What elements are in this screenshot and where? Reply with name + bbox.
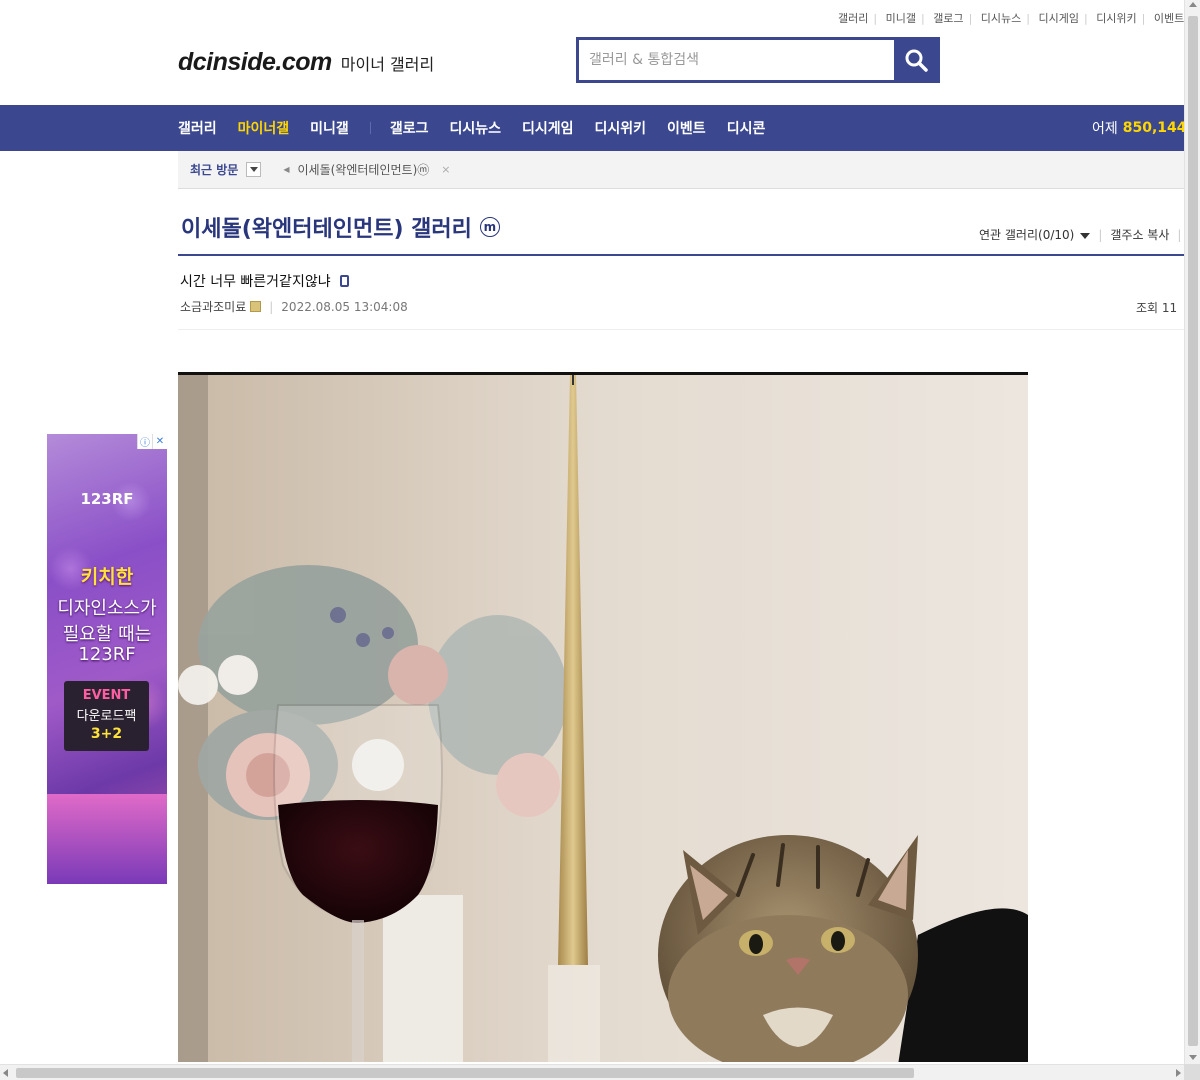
ad-line-3: 123RF (78, 644, 136, 665)
scrollbar-corner (1184, 1064, 1200, 1080)
recent-visit-close-icon[interactable]: × (441, 163, 450, 176)
post-views: 조회 11 (1136, 301, 1178, 315)
gallery-tools: 연관 갤러리(0/10) | 갤주소 복사 | (979, 226, 1182, 243)
visitor-count: 어제 850,144 (1092, 105, 1187, 151)
horizontal-scroll-thumb[interactable] (16, 1068, 914, 1078)
ad-choices[interactable]: ⓘ ✕ (137, 434, 167, 449)
nav-item-news[interactable]: 디시뉴스 (449, 118, 501, 138)
visitor-label: 어제 (1092, 121, 1118, 137)
nav-item-mini-gallery[interactable]: 미니갤 (310, 118, 349, 138)
nav-item-minor-gallery[interactable]: 마이너갤 (238, 118, 290, 138)
side-advertisement[interactable]: ⓘ ✕ 123RF 키치한 디자인소스가 필요할 때는 123RF EVENT … (47, 434, 167, 884)
ad-headline: 키치한 (80, 566, 134, 588)
global-nav-menu: 갤러리 마이너갤 미니갤 갤로그 디시뉴스 디시게임 디시위키 이벤트 디시콘 (178, 105, 786, 151)
util-link-event[interactable]: 이벤트 (1154, 12, 1184, 25)
ad-event-offer: 3+2 (90, 726, 123, 742)
related-gallery-label: 연관 갤러리(0/10) (979, 228, 1075, 242)
logo-wordmark[interactable]: dcinside.com (178, 48, 332, 77)
vertical-scrollbar[interactable] (1184, 0, 1200, 1080)
ad-info-icon[interactable]: ⓘ (137, 434, 152, 449)
search-button[interactable] (894, 40, 937, 80)
ad-pool-illustration (47, 794, 167, 884)
caret-down-icon (249, 166, 258, 172)
copy-address-button[interactable]: 갤주소 복사 (1110, 226, 1169, 243)
site-logo[interactable]: dcinside.com 마이너 갤러리 (178, 48, 434, 77)
recent-visits-bar: 최근 방문 ◀ 이세돌(왁엔터테인먼트)ⓜ × (178, 151, 1184, 189)
ad-event-line: 다운로드팩 (76, 709, 137, 724)
related-gallery-button[interactable]: 연관 갤러리(0/10) (979, 226, 1091, 243)
mobile-icon (339, 275, 349, 287)
util-link-gallog[interactable]: 갤로그 (933, 12, 963, 25)
search-box (576, 37, 940, 83)
recent-visit-item[interactable]: 이세돌(왁엔터테인먼트)ⓜ (298, 161, 430, 178)
recent-prev-icon[interactable]: ◀ (283, 165, 289, 174)
nav-item-gallery[interactable]: 갤러리 (178, 118, 217, 138)
nav-item-gallog[interactable]: 갤로그 (390, 118, 429, 138)
horizontal-scrollbar[interactable] (0, 1064, 1184, 1080)
recent-visits-label: 최근 방문 (190, 163, 239, 177)
post-header-divider (178, 329, 1184, 330)
logo-subtitle[interactable]: 마이너 갤러리 (341, 51, 434, 75)
scroll-down-icon[interactable] (1189, 1055, 1197, 1060)
nav-divider (369, 122, 371, 134)
util-link-wiki[interactable]: 디시위키 (1096, 12, 1136, 25)
post-title: 시간 너무 빠른거같지않냐 (180, 271, 349, 291)
ad-close-icon[interactable]: ✕ (152, 434, 167, 449)
ad-line-1: 디자인소스가 (57, 598, 157, 619)
post-title-text: 시간 너무 빠른거같지않냐 (180, 274, 331, 290)
util-link-game[interactable]: 디시게임 (1038, 12, 1078, 25)
scroll-left-icon[interactable] (3, 1069, 8, 1077)
triangle-down-icon (1080, 233, 1091, 239)
post-date: 2022.08.05 13:04:08 (281, 299, 408, 314)
post-author[interactable]: 소금과조미료 (180, 298, 246, 315)
recent-visits-toggle[interactable] (246, 162, 262, 177)
ad-event-title: EVENT (82, 688, 131, 703)
gallery-title[interactable]: 이세돌(왁엔터테인먼트) 갤러리 m (181, 211, 500, 243)
search-input[interactable] (579, 40, 894, 80)
title-divider (178, 254, 1184, 256)
ad-brand-text: 123RF (80, 490, 134, 508)
nav-item-event[interactable]: 이벤트 (667, 118, 706, 138)
search-icon (905, 49, 928, 72)
post-image[interactable] (178, 372, 1028, 1062)
ad-event-box: EVENT 다운로드팩 3+2 (64, 681, 149, 751)
scroll-right-icon[interactable] (1176, 1069, 1181, 1077)
visitor-number: 850,144 (1122, 120, 1187, 136)
cat-with-wine-photo (178, 375, 1028, 1062)
nav-item-dccon[interactable]: 디시콘 (727, 118, 766, 138)
global-nav: 갤러리 마이너갤 미니갤 갤로그 디시뉴스 디시게임 디시위키 이벤트 디시콘 … (0, 105, 1187, 151)
util-link-gallery[interactable]: 갤러리 (838, 12, 868, 25)
ad-brand: 123RF (47, 490, 167, 508)
util-links: 갤러리| 미니갤| 갤로그| 디시뉴스| 디시게임| 디시위키| 이벤트| (838, 12, 1193, 25)
fixed-nick-icon (250, 301, 262, 312)
scroll-up-icon[interactable] (1189, 2, 1197, 7)
minor-gallery-badge-icon: m (479, 217, 500, 237)
post-meta: 소금과조미료 | 2022.08.05 13:04:08 (180, 298, 408, 315)
util-link-minigall[interactable]: 미니갤 (886, 12, 916, 25)
nav-item-game[interactable]: 디시게임 (522, 118, 574, 138)
util-link-news[interactable]: 디시뉴스 (981, 12, 1021, 25)
ad-line-2: 필요할 때는 (62, 624, 152, 645)
nav-item-wiki[interactable]: 디시위키 (595, 118, 647, 138)
vertical-scroll-thumb[interactable] (1188, 16, 1198, 1046)
gallery-title-text[interactable]: 이세돌(왁엔터테인먼트) 갤러리 (181, 211, 472, 243)
